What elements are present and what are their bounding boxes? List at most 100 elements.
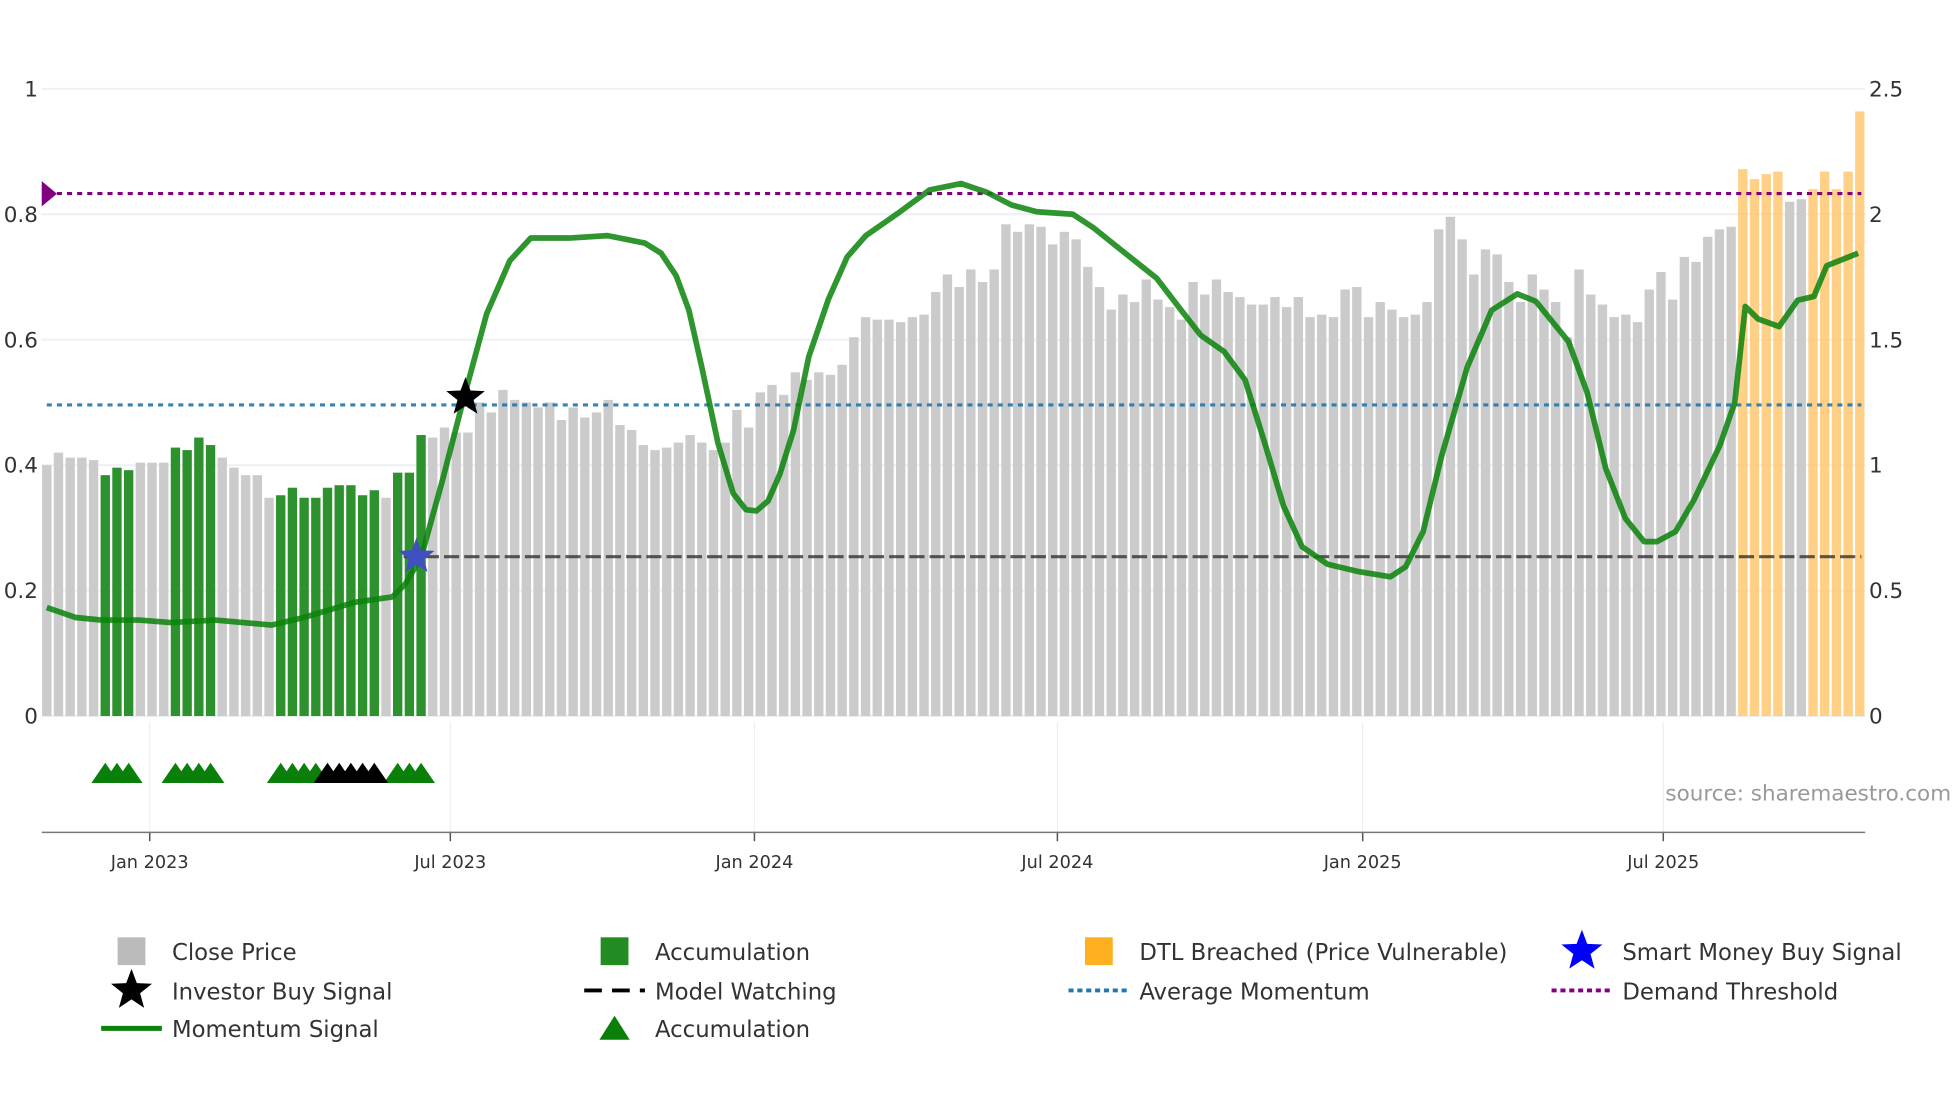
y-right-tick-label: 2.5 [1869,77,1903,102]
price-bar [451,432,461,717]
price-bar [1328,317,1339,717]
dtl-breached-bar [1820,171,1830,717]
y-left-tick-label: 0 [24,705,38,730]
price-bar [580,417,590,717]
price-bar [1586,294,1596,717]
accumulation-bar [194,437,204,717]
accumulation-bar [299,497,309,717]
price-bar [1246,304,1257,717]
x-tick-label: Jul 2025 [1626,853,1699,873]
price-bar [1574,269,1584,717]
price-bar [556,419,567,717]
y-left-tick-label: 0.6 [4,328,38,353]
price-bar [1188,281,1198,717]
price-bar [1784,201,1795,717]
price-bar [147,462,157,717]
legend-label: Momentum Signal [172,1017,379,1043]
price-bar [1527,274,1537,717]
legend-label: Average Momentum [1139,979,1369,1005]
accumulation-bar [369,490,379,717]
price-bar [837,364,847,717]
price-bar [1550,302,1561,717]
legend-black-star-icon [111,968,152,1008]
price-bar [860,317,871,717]
x-tick-label: Jan 2025 [1323,853,1402,873]
price-bar [1141,279,1151,717]
price-bar [1352,287,1362,717]
price-bar [545,402,555,717]
price-bar [1515,302,1526,717]
accumulation-bar [416,435,426,717]
price-bar [264,497,274,717]
momentum-chart: 0 0.2 0.4 0.6 0.8 1 0 0.5 1 1.5 2 2.5 Jan 2023 Jul 20… [4,77,1951,1043]
y-right-tick-label: 1.5 [1869,328,1903,353]
dtl-breached-bar [1773,171,1783,717]
price-bar [755,392,765,717]
legend-label: Model Watching [655,979,837,1005]
price-bar [942,274,953,717]
price-bar [1153,299,1163,717]
price-bar [88,460,99,717]
price-bar [1106,309,1116,717]
legend-label: Demand Threshold [1622,979,1838,1005]
price-bar [229,467,239,717]
dtl-breached-bar [1808,189,1818,717]
price-bar [77,457,87,717]
price-bar [1609,317,1619,717]
legend-blue-star-icon [1561,929,1603,969]
dtl-breached-bar [1855,111,1865,717]
price-bar [1562,337,1573,717]
price-bar [42,465,52,717]
price-bar [159,462,169,717]
price-bar [1200,294,1210,717]
price-bar [697,442,707,717]
price-bar [1679,256,1690,717]
price-bar [1363,317,1374,717]
dtl-breached-bar [1738,169,1748,717]
price-bar [428,437,438,717]
y-left-tick-label: 0.2 [4,579,38,604]
price-bar [673,442,684,717]
y-right-tick-label: 2 [1869,203,1883,228]
price-bar [989,269,999,717]
legend-label: Investor Buy Signal [172,979,392,1005]
price-bar [1048,244,1058,717]
price-bar [1504,281,1514,717]
accumulation-bar [276,495,286,717]
price-bar [884,319,894,717]
price-bar [849,337,859,717]
price-bar [217,457,227,717]
price-bar [1235,297,1245,717]
price-bar [1036,226,1046,717]
price-bar [708,450,719,717]
price-bar [1118,294,1128,717]
price-bar [1094,287,1105,717]
y-right-tick-label: 0 [1869,705,1883,730]
y-left-tick-label: 1 [24,77,38,102]
price-bar [53,452,64,717]
price-bar [626,430,637,717]
price-bar [533,407,543,717]
legend: Close Price Accumulation DTL Breached (Pri… [101,929,1902,1043]
legend-label: Accumulation [655,1017,810,1043]
price-bar [1492,254,1502,717]
price-bar [1539,289,1549,717]
price-bar [1410,314,1420,717]
source-label: source: sharemaestro.com [1665,782,1951,807]
legend-orange-square-icon [1084,937,1113,966]
price-bar [1656,271,1666,717]
price-bar [1644,289,1654,717]
accumulation-bar [123,470,134,717]
accumulation-bar [205,445,216,717]
accumulation-bar [182,450,192,717]
price-bar [486,412,496,717]
price-bar [1597,304,1608,717]
price-bar [568,407,578,717]
price-bar [966,269,976,717]
price-bar [1726,226,1736,717]
price-bar [767,384,777,717]
price-bar [872,319,882,717]
price-bar [463,432,473,717]
accumulation-bar [112,467,122,717]
price-bar [615,424,625,717]
